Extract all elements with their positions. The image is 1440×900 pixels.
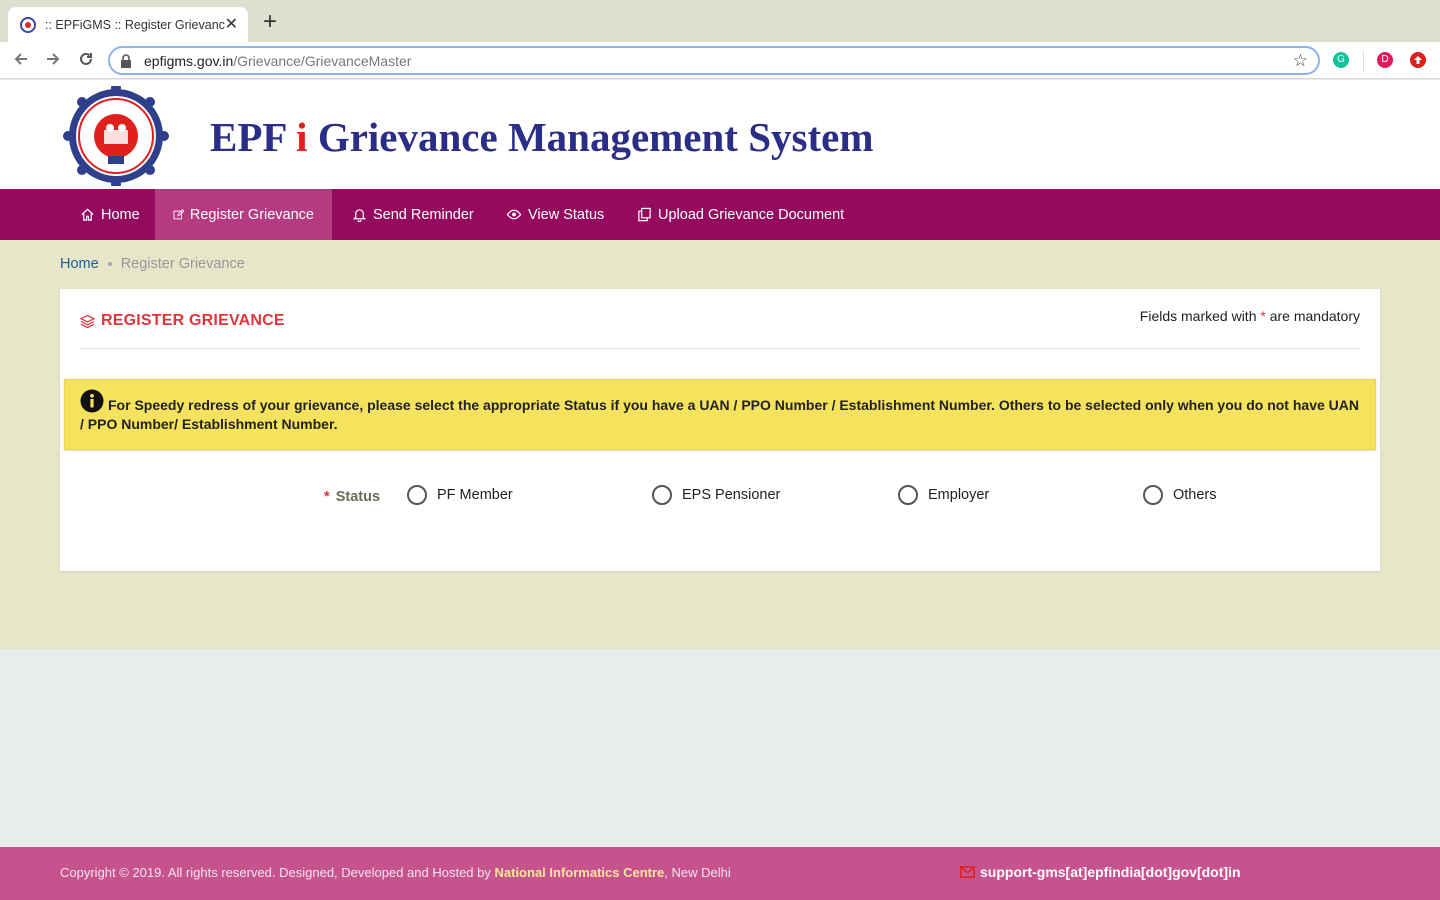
breadcrumb-separator (107, 262, 112, 266)
bell-icon (352, 209, 367, 222)
card-divider (80, 348, 1360, 349)
address-bar[interactable]: epfigms.gov.in/Grievance/GrievanceMaster… (108, 46, 1320, 75)
nav-reminder-label: Send Reminder (373, 206, 474, 223)
reload-icon[interactable] (75, 50, 97, 72)
support-email-text: support-gms[at]epfindia[dot]gov[dot]in (980, 864, 1241, 880)
nav-upload-document[interactable]: Upload Grievance Document (619, 189, 862, 240)
bookmark-star-icon[interactable]: ☆ (1293, 51, 1308, 71)
radio-label: EPS Pensioner (682, 487, 781, 503)
radio-circle[interactable] (407, 485, 427, 505)
site-title: EPF i Grievance Management System (210, 114, 874, 160)
breadcrumb-home-link[interactable]: Home (60, 256, 99, 272)
grammarly-extension-icon[interactable]: G (1333, 52, 1349, 68)
nav-home-label: Home (101, 206, 140, 223)
close-tab-icon[interactable]: ✕ (225, 16, 238, 33)
layers-icon (80, 314, 95, 328)
breadcrumb-current: Register Grievance (120, 256, 245, 272)
profile-avatar[interactable]: D (1377, 52, 1393, 68)
nav-register-label: Register Grievance (189, 206, 314, 223)
document-copy-icon (638, 207, 651, 222)
info-alert: For Speedy redress of your grievance, pl… (64, 379, 1376, 450)
browser-tab[interactable]: :: EPFiGMS :: Register Grievanc ✕ (8, 7, 248, 42)
epfo-logo[interactable] (62, 83, 170, 189)
eye-icon (506, 209, 522, 220)
home-icon (81, 208, 94, 221)
edit-icon (173, 209, 184, 220)
card-title: REGISTER GRIEVANCE (80, 312, 285, 330)
status-label: * Status (324, 489, 381, 505)
nav-status-label: View Status (528, 206, 605, 223)
radio-circle[interactable] (652, 485, 672, 505)
radio-pf-member[interactable]: PF Member (407, 485, 513, 505)
site-header: EPF i Grievance Management System (0, 80, 1440, 189)
radio-employer[interactable]: Employer (898, 485, 989, 505)
new-tab-icon[interactable]: + (258, 10, 282, 34)
browser-tab-bar: :: EPFiGMS :: Register Grievanc ✕ + (0, 0, 1440, 42)
nav-view-status[interactable]: View Status (488, 189, 622, 240)
alert-text: For Speedy redress of your grievance, pl… (80, 397, 1359, 432)
nav-upload-label: Upload Grievance Document (658, 206, 845, 223)
radio-circle[interactable] (898, 485, 918, 505)
register-grievance-card: REGISTER GRIEVANCE Fields marked with * … (60, 289, 1380, 571)
radio-label: PF Member (437, 487, 513, 503)
copyright-text: Copyright © 2019. All rights reserved. D… (60, 865, 731, 880)
radio-others[interactable]: Others (1143, 485, 1217, 505)
tab-title: :: EPFiGMS :: Register Grievanc (45, 17, 225, 32)
info-icon (80, 389, 104, 413)
breadcrumb: Home Register Grievance (60, 256, 245, 272)
lock-icon (120, 53, 134, 68)
toolbar-separator (1363, 51, 1364, 71)
forward-icon[interactable] (42, 50, 64, 72)
url-text: epfigms.gov.in/Grievance/GrievanceMaster (144, 52, 412, 69)
radio-eps-pensioner[interactable]: EPS Pensioner (652, 485, 780, 505)
main-navigation: Home Register Grievance Send Reminder Vi… (0, 189, 1440, 240)
mandatory-note: Fields marked with * are mandatory (1139, 308, 1360, 324)
card-title-text: REGISTER GRIEVANCE (101, 312, 285, 329)
radio-circle[interactable] (1143, 485, 1163, 505)
favicon-icon (20, 16, 36, 33)
radio-label: Employer (928, 487, 990, 503)
support-email[interactable]: support-gms[at]epfindia[dot]gov[dot]in (960, 864, 1241, 880)
update-icon[interactable] (1410, 52, 1426, 68)
site-footer: Copyright © 2019. All rights reserved. D… (0, 847, 1440, 900)
nav-home[interactable]: Home (62, 189, 158, 240)
nav-send-reminder[interactable]: Send Reminder (334, 189, 492, 240)
status-field: * Status PF Member EPS Pensioner Employe… (60, 485, 1380, 509)
nic-link[interactable]: National Informatics Centre (495, 865, 665, 880)
envelope-icon (960, 866, 975, 878)
browser-toolbar: epfigms.gov.in/Grievance/GrievanceMaster… (0, 42, 1440, 79)
radio-label: Others (1173, 487, 1217, 503)
back-icon[interactable] (10, 50, 32, 72)
nav-register-grievance[interactable]: Register Grievance (155, 189, 332, 240)
